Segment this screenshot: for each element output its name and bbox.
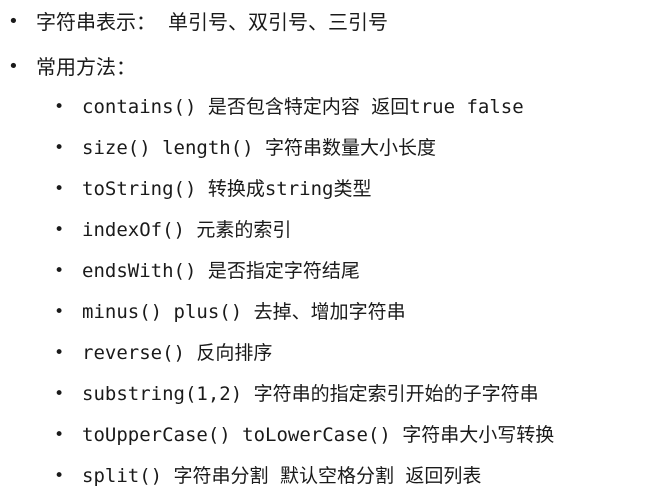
method-text: substring(1,2) 字符串的指定索引开始的子字符串 [82, 383, 539, 405]
method-item-endswith: • endsWith() 是否指定字符结尾 [0, 257, 648, 285]
bullet-icon: • [54, 220, 65, 240]
method-item-split: • split() 字符串分割 默认空格分割 返回列表 [0, 462, 648, 490]
method-item-indexof: • indexOf() 元素的索引 [0, 216, 648, 244]
method-text: toUpperCase() toLowerCase() 字符串大小写转换 [82, 424, 555, 446]
bullet-icon: • [54, 466, 65, 486]
method-item-reverse: • reverse() 反向排序 [0, 339, 648, 367]
list-item-text: 常用方法： [36, 55, 136, 79]
list-item-string-representation: • 字符串表示： 单引号、双引号、三引号 [0, 8, 648, 36]
bullet-icon: • [54, 261, 65, 281]
slide-content: • 字符串表示： 单引号、双引号、三引号 • 常用方法： • contains(… [0, 0, 648, 495]
bullet-icon: • [54, 97, 65, 117]
method-text: toString() 转换成string类型 [82, 178, 372, 200]
bullet-icon: • [54, 384, 65, 404]
method-item-contains: • contains() 是否包含特定内容 返回true false [0, 93, 648, 121]
bullet-icon: • [8, 56, 19, 77]
method-text: indexOf() 元素的索引 [82, 219, 292, 241]
method-text: minus() plus() 去掉、增加字符串 [82, 301, 406, 323]
bullet-icon: • [54, 343, 65, 363]
method-item-tostring: • toString() 转换成string类型 [0, 175, 648, 203]
list-item-text: 字符串表示： 单引号、双引号、三引号 [36, 10, 389, 34]
bullet-icon: • [54, 302, 65, 322]
method-text: size() length() 字符串数量大小长度 [82, 137, 437, 159]
methods-list: • contains() 是否包含特定内容 返回true false • siz… [0, 93, 648, 490]
bullet-icon: • [8, 11, 19, 32]
bullet-icon: • [54, 138, 65, 158]
top-level-list: • 字符串表示： 单引号、双引号、三引号 • 常用方法： [0, 0, 648, 81]
method-text: contains() 是否包含特定内容 返回true false [82, 96, 524, 118]
method-item-size-length: • size() length() 字符串数量大小长度 [0, 134, 648, 162]
list-item-common-methods: • 常用方法： [0, 53, 648, 81]
method-text: reverse() 反向排序 [82, 342, 273, 364]
bullet-icon: • [54, 179, 65, 199]
method-item-substring: • substring(1,2) 字符串的指定索引开始的子字符串 [0, 380, 648, 408]
method-item-case-conversion: • toUpperCase() toLowerCase() 字符串大小写转换 [0, 421, 648, 449]
bullet-icon: • [54, 425, 65, 445]
method-text: endsWith() 是否指定字符结尾 [82, 260, 360, 282]
method-item-minus-plus: • minus() plus() 去掉、增加字符串 [0, 298, 648, 326]
method-text: split() 字符串分割 默认空格分割 返回列表 [82, 465, 482, 487]
